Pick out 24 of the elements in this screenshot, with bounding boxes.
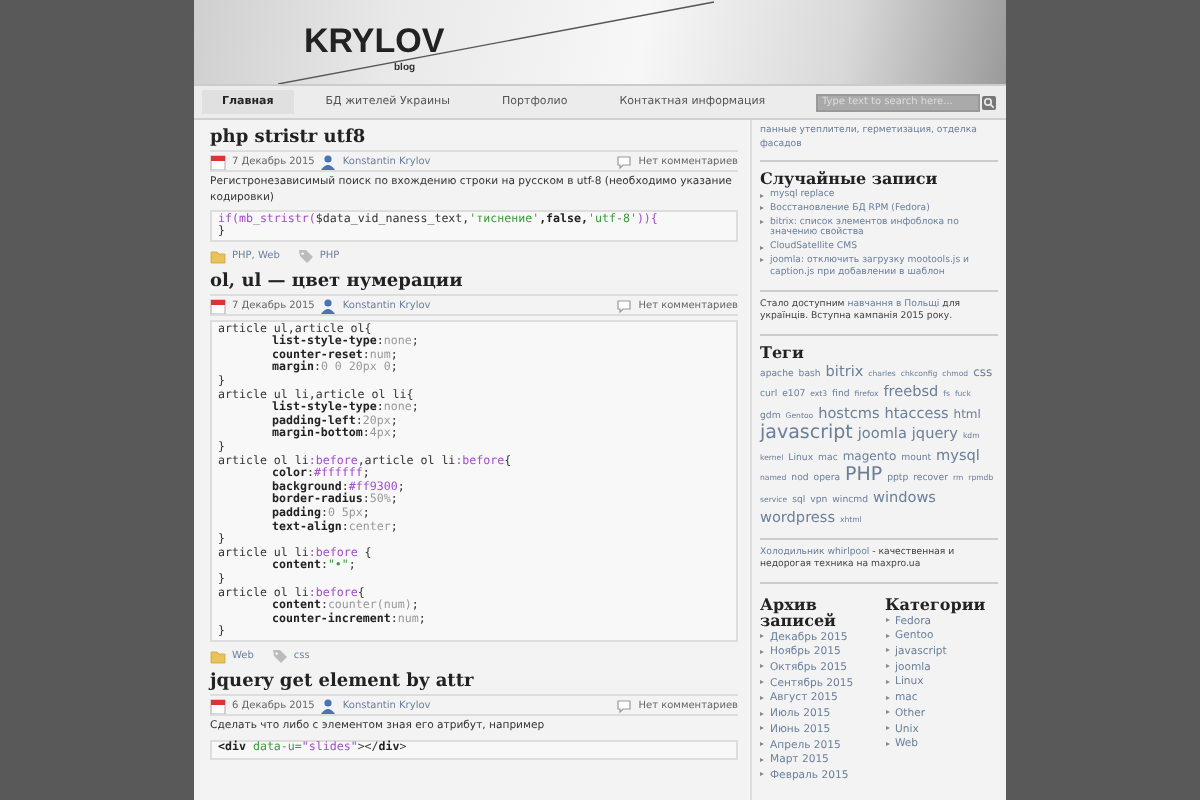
- comment-icon: [616, 153, 633, 169]
- post-title[interactable]: jquery get element by attr: [210, 672, 738, 693]
- widget-title: Категории: [885, 595, 988, 612]
- calendar-icon: [210, 297, 226, 314]
- search-icon[interactable]: [982, 95, 996, 109]
- post-title[interactable]: php stristr utf8: [210, 128, 738, 148]
- post-title[interactable]: ol, ul — цвет нумерации: [210, 272, 738, 293]
- folder-icon: [210, 248, 226, 265]
- comment-icon: [616, 297, 633, 314]
- user-icon: [320, 697, 337, 714]
- tag-link[interactable]: javascript: [760, 422, 853, 445]
- widget-title: Случайные записи: [760, 170, 940, 186]
- calendar-icon: [210, 153, 226, 169]
- tag-icon: [297, 248, 314, 265]
- site-title: KRYLOV: [304, 22, 445, 62]
- calendar-icon: [210, 697, 226, 714]
- user-icon: [320, 297, 337, 314]
- widget-title: Архив записей: [760, 595, 838, 628]
- tag-link[interactable]: PHP: [845, 464, 883, 487]
- tag-icon: [271, 648, 288, 665]
- widget-title: Теги: [760, 343, 806, 360]
- folder-icon: [210, 648, 226, 665]
- user-icon: [320, 153, 337, 169]
- comment-icon: [616, 697, 633, 714]
